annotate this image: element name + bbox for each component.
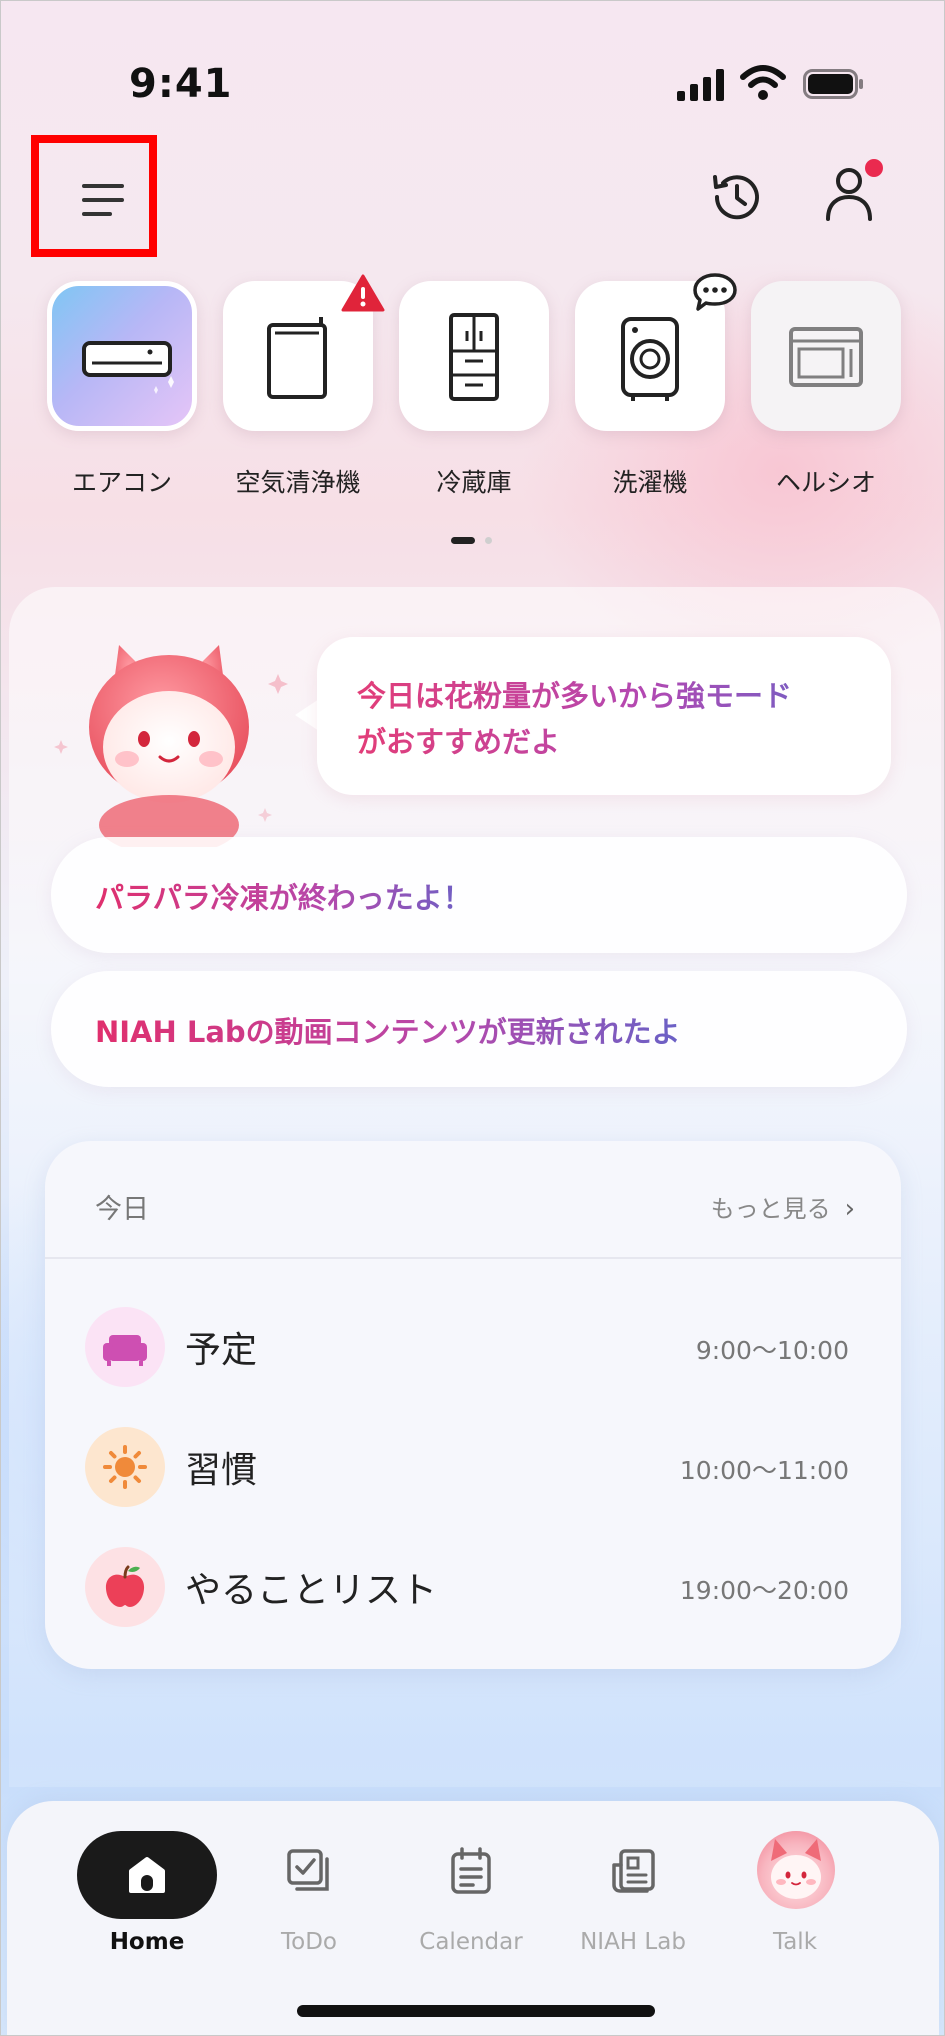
assistant-message-line: 今日は花粉量が多いから強モード [357,679,793,713]
today-card: 今日 もっと見る › 予定 9:00〜10:00 習慣 10:00〜11:00 … [45,1141,901,1669]
microwave-oven-icon [789,327,863,387]
tab-calendar[interactable]: Calendar [391,1801,551,1981]
notification-dot [865,159,883,177]
list-item-label: 予定 [185,1330,258,1371]
tab-label: Home [109,1929,185,1955]
assistant-speech-bubble[interactable]: 今日は花粉量が多いから強モード がおすすめだよ [317,637,891,795]
device-label: 冷蔵庫 [436,468,512,497]
wifi-icon [740,65,786,100]
calendar-icon [451,1847,491,1894]
assistant-message: 今日は花粉量が多いから強モード がおすすめだよ [357,673,877,765]
sofa-icon [85,1307,165,1387]
notice-text: NIAH Labの動画コンテンツが更新されたよ [95,1009,681,1051]
list-item-time: 19:00〜20:00 [679,1576,849,1605]
apple-icon [85,1547,165,1627]
assistant-message-line: がおすすめだよ [357,725,561,759]
device-label: 洗濯機 [612,468,688,497]
battery-icon [803,69,863,99]
tab-label: ToDo [281,1929,337,1955]
chevron-right-icon: › [844,1194,855,1224]
phone-screen: 9:41 エアコン 空気清浄機 冷蔵庫 洗濯機 ヘルシオ 今日は花粉量が多いから… [0,0,945,2036]
see-more-link[interactable]: もっと見る › [711,1189,855,1224]
divider [45,1257,901,1259]
see-more-label: もっと見る [710,1195,831,1223]
tab-label: Talk [772,1929,818,1955]
home-icon [129,1857,165,1893]
newspaper-icon [612,1849,655,1893]
tab-todo[interactable]: ToDo [229,1801,389,1981]
device-air-conditioner[interactable] [47,281,197,431]
tab-niah-lab[interactable]: NIAH Lab [553,1801,713,1981]
refrigerator-icon [449,313,499,401]
chat-bubble-icon [693,273,737,311]
page-dot-active [451,537,475,544]
list-item-time: 10:00〜11:00 [679,1456,849,1485]
device-label: 空気清浄機 [235,468,361,497]
checklist-icon [287,1849,329,1891]
notice-item[interactable]: NIAH Labの動画コンテンツが更新されたよ [51,971,907,1087]
today-title: 今日 [95,1194,149,1225]
device-refrigerator[interactable] [399,281,549,431]
cellular-signal-icon [677,69,724,101]
notice-text: パラパラ冷凍が終わったよ！ [95,875,472,917]
device-healsio[interactable] [751,281,901,431]
list-item-label: 習慣 [185,1450,258,1491]
menu-button[interactable] [31,135,157,257]
home-indicator [297,2005,655,2017]
speech-bubble-tail [295,699,319,731]
air-conditioner-icon [82,341,174,394]
tab-label: Calendar [419,1929,523,1955]
list-item-label: やることリスト [185,1570,438,1611]
history-clock-icon[interactable] [707,167,767,227]
tab-label: NIAH Lab [580,1929,686,1955]
mascot-avatar-icon [757,1831,835,1909]
tab-talk[interactable]: Talk [715,1801,875,1981]
device-label: エアコン [71,468,172,497]
list-item-time: 9:00〜10:00 [695,1336,849,1365]
bottom-tab-bar: Home ToDo Calendar NIAH Lab Talk [7,1801,939,2035]
page-dot [485,537,492,544]
tab-home[interactable]: Home [67,1801,227,1981]
status-time: 9:41 [129,61,233,107]
warning-icon [341,274,385,312]
mascot-character-icon [54,645,288,847]
notice-item[interactable]: パラパラ冷凍が終わったよ！ [51,837,907,953]
device-label: ヘルシオ [775,468,876,497]
sun-icon [85,1427,165,1507]
